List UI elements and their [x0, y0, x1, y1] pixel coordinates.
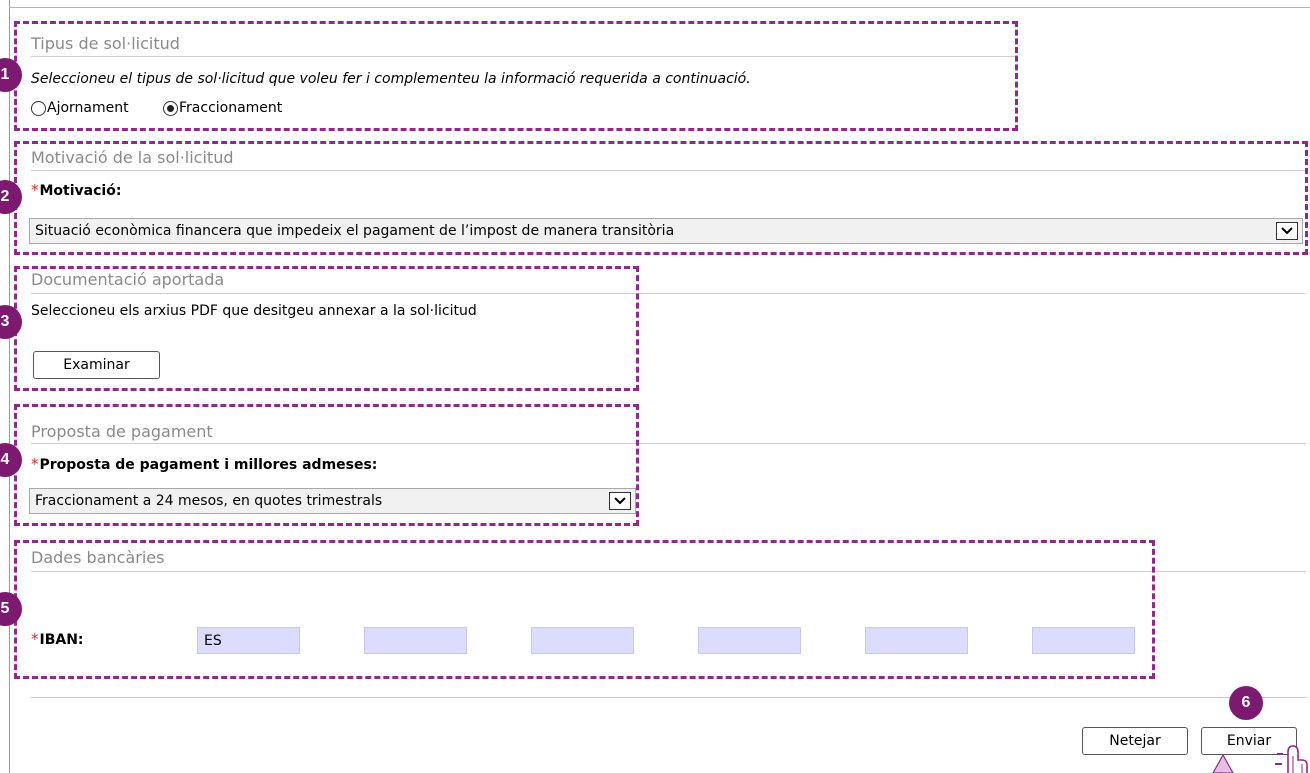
step-badge-6: 6 [1229, 686, 1263, 720]
hand-pointer-icon [1212, 745, 1308, 773]
clear-button[interactable]: Netejar [1082, 727, 1188, 755]
footer-rule [31, 697, 1306, 698]
annotation-box-3 [14, 266, 639, 391]
page-frame-left [9, 0, 10, 773]
page-frame-top [9, 7, 1310, 8]
annotation-box-1 [14, 21, 1018, 131]
annotation-box-5 [14, 540, 1155, 679]
annotation-box-2 [14, 141, 1308, 255]
annotation-box-4 [14, 404, 639, 526]
